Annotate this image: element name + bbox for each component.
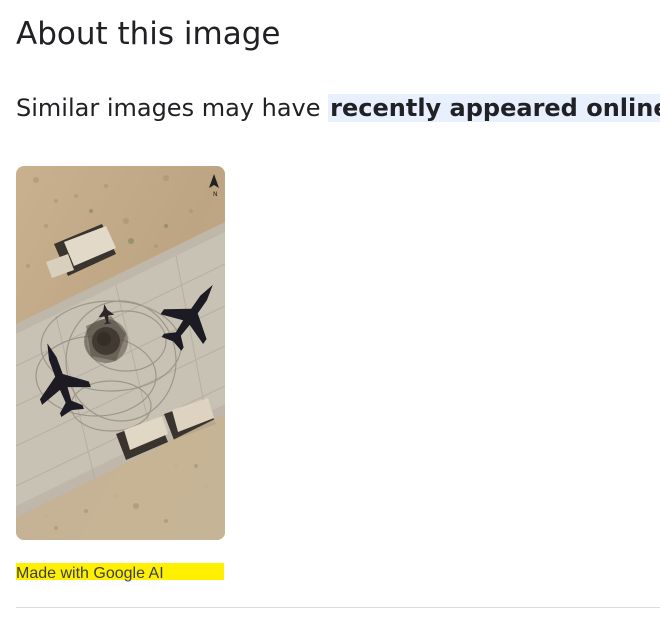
section-divider xyxy=(16,607,660,608)
page-title: About this image xyxy=(16,16,281,52)
ai-label-text: Made with Google AI xyxy=(16,565,164,582)
similar-images-message: Similar images may have recently appeare… xyxy=(16,90,660,126)
recently-online-highlight: recently appeared online xyxy=(328,94,660,122)
made-with-google-ai-label: Made with Google AI xyxy=(16,563,224,582)
svg-text:N: N xyxy=(213,191,218,198)
satellite-image: N xyxy=(16,166,225,540)
subtitle-prefix: Similar images may have xyxy=(16,94,329,122)
image-thumbnail[interactable]: N xyxy=(16,166,225,540)
